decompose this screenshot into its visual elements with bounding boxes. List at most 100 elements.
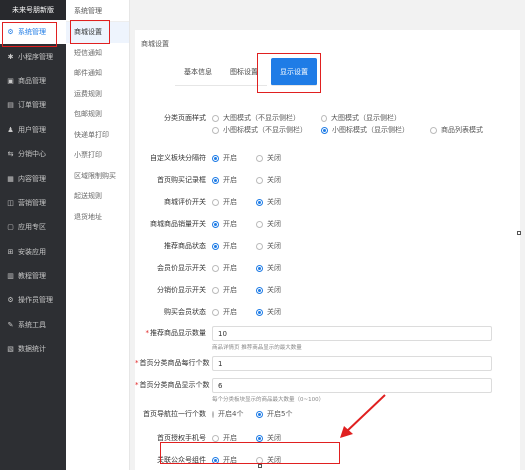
sidebar-item-8[interactable]: ▢ 应用专区: [0, 215, 66, 239]
sidebar-item-7[interactable]: ◫ 营销管理: [0, 191, 66, 215]
radio-home_buy_record-on[interactable]: 开启: [212, 174, 242, 186]
sidebar-item-1[interactable]: ✱ 小程序管理: [0, 44, 66, 68]
sidebar-item-label: 操作员管理: [18, 296, 53, 305]
radio-button[interactable]: [321, 126, 328, 134]
radio-mall_review-on[interactable]: 开启: [212, 196, 242, 208]
field-home_display_count: *首页分类商品显示个数每个分类板块显示的商品最大数量（0~100）: [135, 378, 520, 403]
submenu-item-4[interactable]: 包邮规则: [66, 104, 129, 125]
sidebar-item-9[interactable]: ⊞ 安装应用: [0, 240, 66, 264]
resize-handle-bottom[interactable]: [258, 464, 262, 468]
radio-category-style-1[interactable]: 大图模式（显示侧栏）: [321, 112, 401, 124]
radio-button[interactable]: [212, 154, 219, 162]
radio-button[interactable]: [256, 154, 263, 162]
field-label-text: 首页导航拉一行个数: [143, 410, 206, 418]
submenu-item-2[interactable]: 邮件通知: [66, 63, 129, 84]
submenu-item-5[interactable]: 快递单打印: [66, 125, 129, 146]
radio-button[interactable]: [256, 220, 263, 228]
submenu-item-7[interactable]: 区域限制购买: [66, 166, 129, 187]
radio-button[interactable]: [256, 264, 263, 272]
radio-custom_separator-off[interactable]: 关闭: [256, 152, 281, 164]
sidebar-item-6[interactable]: ▦ 内容管理: [0, 166, 66, 190]
recommend_status-options: 开启 关闭: [212, 240, 295, 252]
radio-button[interactable]: [212, 176, 219, 184]
field-recommend_status: 推荐商品状态 开启 关闭: [135, 240, 520, 252]
sidebar-item-12[interactable]: ✎ 系统工具: [0, 313, 66, 337]
radio-mall_review-off[interactable]: 关闭: [256, 196, 281, 208]
home_display_count-input[interactable]: [212, 378, 492, 393]
sidebar-item-label: 商品管理: [18, 76, 46, 85]
radio-nav-5[interactable]: 开启5个: [256, 408, 292, 420]
resize-handle-right[interactable]: [517, 231, 521, 235]
radio-button[interactable]: [256, 176, 263, 184]
radio-button[interactable]: [256, 286, 263, 294]
sidebar-nav: ⚙ 系统管理 ✱ 小程序管理 ▣ 商品管理 ▤ 订单管理 ♟ 用户管理 ⇆ 分销中心 ▦ 内容管理 ◫ 营销管…: [0, 20, 66, 361]
radio-category-style-4[interactable]: 商品列表模式: [430, 124, 483, 136]
submenu-item-3[interactable]: 运费规则: [66, 84, 129, 105]
radio-button[interactable]: [212, 410, 214, 418]
radio-buy_member_status-on[interactable]: 开启: [212, 306, 242, 318]
radio-category-style-2[interactable]: 小图标模式（不显示侧栏）: [212, 124, 307, 136]
submenu-item-6[interactable]: 小票打印: [66, 145, 129, 166]
radio-button[interactable]: [212, 308, 219, 316]
radio-mall_sales-off[interactable]: 关闭: [256, 218, 281, 230]
radio-recommend_status-on[interactable]: 开启: [212, 240, 242, 252]
radio-custom_separator-on[interactable]: 开启: [212, 152, 242, 164]
radio-button[interactable]: [430, 126, 437, 134]
radio-label: 开启: [223, 154, 237, 162]
user-icon: ♟: [7, 125, 14, 134]
radio-button[interactable]: [212, 242, 219, 250]
submenu-item-9[interactable]: 退货地址: [66, 207, 129, 228]
main-sidebar: 未来号朋新版 ⚙ 系统管理 ✱ 小程序管理 ▣ 商品管理 ▤ 订单管理 ♟ 用户管理 ⇆ 分销中心 ▦ 内…: [0, 0, 66, 470]
radio-button[interactable]: [212, 114, 219, 122]
highlight-box-tab: [257, 53, 321, 93]
field-label: 会员价显示开关: [135, 262, 212, 274]
field-home_buy_record: 首页购买记录框 开启 关闭: [135, 174, 520, 186]
radio-recommend_status-off[interactable]: 关闭: [256, 240, 281, 252]
radio-category-style-0[interactable]: 大图模式（不显示侧栏）: [212, 112, 307, 124]
recommend_count-input[interactable]: [212, 326, 492, 341]
radio-button[interactable]: [212, 126, 219, 134]
radio-label: 开启: [223, 264, 237, 272]
home_row_count-input[interactable]: [212, 356, 492, 371]
sidebar-item-13[interactable]: ▧ 数据统计: [0, 337, 66, 361]
radio-button[interactable]: [256, 410, 263, 418]
radio-member_price-off[interactable]: 关闭: [256, 262, 281, 274]
radio-button[interactable]: [256, 434, 263, 442]
submenu-item-8[interactable]: 起送规则: [66, 186, 129, 207]
sidebar-item-11[interactable]: ⚙ 操作员管理: [0, 288, 66, 312]
radio-nav-4[interactable]: 开启4个: [212, 408, 243, 420]
radio-button[interactable]: [212, 264, 219, 272]
radio-distribution_price-on[interactable]: 开启: [212, 284, 242, 296]
radio-mall_sales-on[interactable]: 开启: [212, 218, 242, 230]
submenu-item-1[interactable]: 短信通知: [66, 43, 129, 64]
tab-0[interactable]: 基本信息: [175, 58, 221, 86]
radio-buy_member_status-off[interactable]: 关闭: [256, 306, 281, 318]
radio-home_buy_record-off[interactable]: 关闭: [256, 174, 281, 186]
member_price-options: 开启 关闭: [212, 262, 295, 274]
radio-button[interactable]: [212, 198, 219, 206]
field-nav-per-row: 首页导航拉一行个数 开启4个 开启5个: [135, 408, 520, 420]
field-label-text: 商城评价开关: [164, 198, 206, 206]
sidebar-item-10[interactable]: ▥ 教程管理: [0, 264, 66, 288]
sidebar-item-label: 分销中心: [18, 150, 46, 159]
sidebar-item-4[interactable]: ♟ 用户管理: [0, 118, 66, 142]
radio-button[interactable]: [212, 286, 219, 294]
radio-button[interactable]: [212, 434, 219, 442]
field-label-text: 自定义板块分隔符: [150, 154, 206, 162]
sidebar-item-5[interactable]: ⇆ 分销中心: [0, 142, 66, 166]
radio-button[interactable]: [256, 198, 263, 206]
radio-button[interactable]: [256, 308, 263, 316]
field-home_row_count: *首页分类商品每行个数: [135, 356, 520, 371]
radio-label: 关闭: [267, 264, 281, 272]
radio-button[interactable]: [212, 220, 219, 228]
radio-button[interactable]: [256, 242, 263, 250]
radio-distribution_price-off[interactable]: 关闭: [256, 284, 281, 296]
sidebar-item-3[interactable]: ▤ 订单管理: [0, 93, 66, 117]
secondary-menu: 系统管理 商城设置 短信通知 邮件通知 运费规则 包邮规则 快递单打印 小票打印 区域限制购买…: [66, 0, 130, 470]
radio-member_price-on[interactable]: 开启: [212, 262, 242, 274]
home_row_count-wrapper: [212, 356, 492, 371]
field-mall_sales: 商城商品销量开关 开启 关闭: [135, 218, 520, 230]
sidebar-item-2[interactable]: ▣ 商品管理: [0, 69, 66, 93]
radio-button[interactable]: [321, 114, 327, 122]
radio-category-style-3[interactable]: 小图标模式（显示侧栏）: [321, 124, 416, 136]
